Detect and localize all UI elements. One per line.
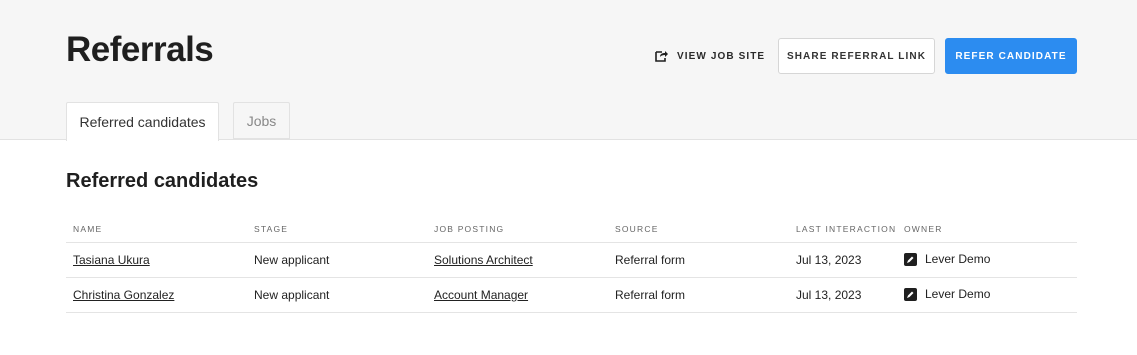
tab-jobs[interactable]: Jobs — [233, 102, 290, 139]
view-job-site-link[interactable]: VIEW JOB SITE — [655, 46, 765, 66]
page-title: Referrals — [66, 30, 214, 69]
job-posting-link[interactable]: Solutions Architect — [434, 253, 533, 267]
candidate-name-link[interactable]: Christina Gonzalez — [73, 288, 174, 302]
table-row[interactable]: Tasiana Ukura New applicant Solutions Ar… — [66, 243, 1077, 278]
section-title: Referred candidates — [66, 170, 259, 192]
table-header: NAME STAGE JOB POSTING SOURCE LAST INTER… — [66, 215, 1077, 243]
candidate-source: Referral form — [615, 288, 686, 302]
tab-referred-candidates[interactable]: Referred candidates — [66, 102, 219, 141]
owner-avatar-icon — [904, 252, 917, 266]
column-header-name[interactable]: NAME — [73, 224, 102, 234]
owner-cell: Lever Demo — [904, 287, 990, 301]
last-interaction-date: Jul 13, 2023 — [796, 253, 862, 267]
candidate-stage: New applicant — [254, 253, 330, 267]
last-interaction-date: Jul 13, 2023 — [796, 288, 862, 302]
column-header-last-interaction[interactable]: LAST INTERACTION — [796, 224, 896, 234]
view-job-site-label: VIEW JOB SITE — [677, 50, 766, 62]
candidate-source: Referral form — [615, 253, 686, 267]
job-posting-link[interactable]: Account Manager — [434, 288, 528, 302]
owner-name: Lever Demo — [925, 252, 991, 266]
column-header-owner[interactable]: OWNER — [904, 224, 943, 234]
column-header-job-posting[interactable]: JOB POSTING — [434, 224, 504, 234]
column-header-stage[interactable]: STAGE — [254, 224, 288, 234]
referred-candidates-table: NAME STAGE JOB POSTING SOURCE LAST INTER… — [66, 215, 1077, 313]
owner-cell: Lever Demo — [904, 252, 990, 266]
refer-candidate-button[interactable]: REFER CANDIDATE — [945, 38, 1077, 74]
candidate-name-link[interactable]: Tasiana Ukura — [73, 253, 150, 267]
column-header-source[interactable]: SOURCE — [615, 224, 659, 234]
candidate-stage: New applicant — [254, 288, 330, 302]
table-row[interactable]: Christina Gonzalez New applicant Account… — [66, 278, 1077, 313]
external-link-icon — [655, 51, 668, 62]
owner-avatar-icon — [904, 287, 917, 301]
share-referral-link-button[interactable]: SHARE REFERRAL LINK — [778, 38, 935, 74]
owner-name: Lever Demo — [925, 287, 991, 301]
